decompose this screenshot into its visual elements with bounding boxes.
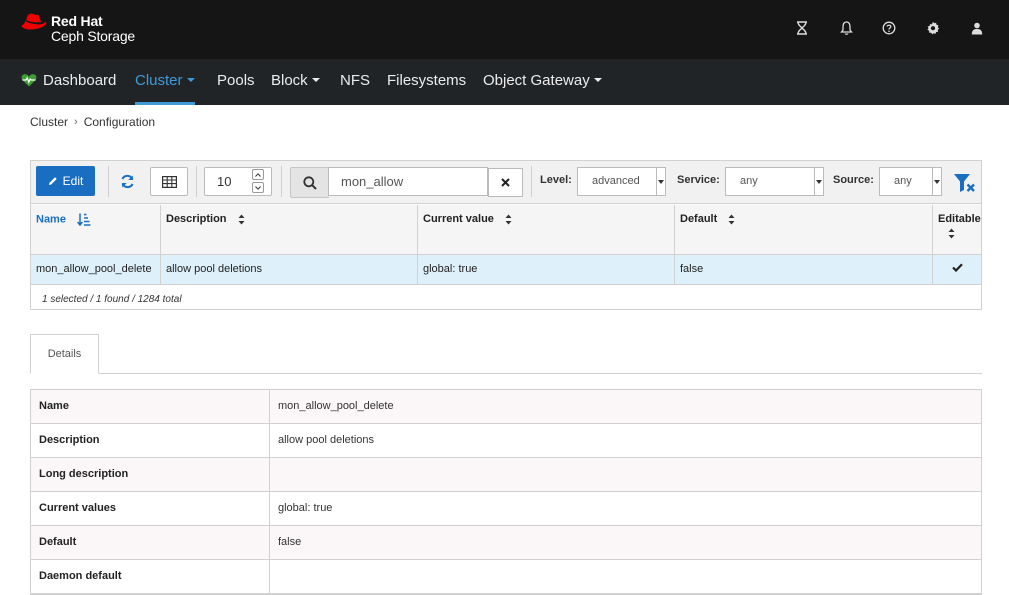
column-header-editable[interactable]: Editable (933, 205, 981, 255)
heartbeat-icon (21, 73, 37, 87)
pencil-icon (48, 177, 57, 185)
service-value: any (740, 175, 758, 187)
toolbar-divider (196, 166, 197, 197)
level-value: advanced (592, 175, 640, 187)
checkmark-icon (952, 263, 963, 273)
column-toggle-button[interactable] (150, 167, 188, 196)
nav-dashboard[interactable]: Dashboard (21, 59, 116, 105)
edit-button-label: Edit (62, 174, 84, 188)
chevron-down-icon (186, 78, 195, 83)
page-size-input[interactable]: 10 (204, 167, 272, 196)
nav-dashboard-label: Dashboard (43, 72, 117, 89)
bell-icon[interactable] (835, 17, 857, 39)
level-select[interactable]: advanced (577, 167, 666, 196)
level-label: Level: (540, 174, 572, 186)
increment-icon[interactable] (252, 169, 264, 180)
nav-filesystems-label: Filesystems (387, 72, 467, 89)
sort-ascending-icon (77, 213, 91, 226)
dropdown-caret-icon (656, 168, 665, 195)
source-value: any (894, 175, 912, 187)
nav-pools[interactable]: Pools (217, 59, 255, 105)
sort-icon (238, 214, 245, 225)
nav-cluster[interactable]: Cluster (135, 59, 195, 105)
top-header: Red Hat Ceph Storage (0, 0, 1009, 59)
nav-block-label: Block (271, 72, 308, 89)
details-table: Name mon_allow_pool_delete Description a… (30, 389, 982, 595)
detail-row-name: Name mon_allow_pool_delete (31, 390, 981, 424)
source-label: Source: (833, 174, 874, 186)
detail-row-daemon-default: Daemon default (31, 560, 981, 594)
nav-object-gateway[interactable]: Object Gateway (483, 59, 602, 105)
column-header-default[interactable]: Default (675, 205, 933, 255)
help-icon[interactable] (878, 17, 900, 39)
table-icon (161, 175, 177, 188)
table-footer: 1 selected / 1 found / 1284 total (42, 294, 182, 305)
nav-block[interactable]: Block (271, 59, 320, 105)
tabs-border (30, 373, 982, 374)
hourglass-icon[interactable] (791, 17, 813, 39)
source-select[interactable]: any (879, 167, 942, 196)
sort-icon (505, 214, 512, 225)
sort-icon (948, 228, 955, 239)
brand-line2: Ceph Storage (51, 28, 135, 44)
detail-row-long-description: Long description (31, 458, 981, 492)
refresh-icon (121, 174, 133, 188)
close-icon (501, 178, 510, 187)
chevron-right-icon: › (74, 116, 78, 128)
detail-row-default: Default false (31, 526, 981, 560)
nav-object-gateway-label: Object Gateway (483, 72, 590, 89)
clear-search-button[interactable] (488, 168, 523, 197)
nav-nfs[interactable]: NFS (340, 59, 370, 105)
toolbar-divider (281, 166, 282, 197)
nav-cluster-label: Cluster (135, 72, 183, 89)
column-header-current-value[interactable]: Current value (418, 205, 675, 255)
detail-row-description: Description allow pool deletions (31, 424, 981, 458)
search-input[interactable] (328, 167, 488, 196)
dropdown-caret-icon (814, 168, 823, 195)
cell-editable (933, 255, 981, 285)
detail-row-current-values: Current values global: true (31, 492, 981, 526)
refresh-button[interactable] (115, 169, 139, 193)
nav-pools-label: Pools (217, 72, 255, 89)
chevron-down-icon (593, 78, 602, 83)
toolbar-divider (108, 166, 109, 197)
column-header-description[interactable]: Description (161, 205, 418, 255)
red-hat-ceph-logo[interactable]: Red Hat Ceph Storage (20, 11, 150, 47)
gear-icon[interactable] (922, 17, 944, 39)
sort-icon (728, 214, 735, 225)
nav-filesystems[interactable]: Filesystems (387, 59, 466, 105)
main-nav: Dashboard Cluster Pools Block NFS Filesy… (0, 59, 1009, 105)
breadcrumb: Cluster › Configuration (30, 115, 155, 129)
cell-name: mon_allow_pool_delete (31, 255, 161, 285)
tab-details[interactable]: Details (30, 334, 99, 374)
search-icon (290, 167, 329, 198)
edit-button[interactable]: Edit (36, 166, 95, 196)
breadcrumb-cluster[interactable]: Cluster (30, 115, 68, 129)
chevron-down-icon (311, 78, 320, 83)
dropdown-caret-icon (932, 168, 941, 195)
brand-line1: Red Hat (51, 13, 103, 29)
service-label: Service: (677, 174, 720, 186)
toolbar-divider (531, 166, 532, 197)
column-header-name[interactable]: Name (31, 205, 161, 255)
nav-nfs-label: NFS (340, 72, 370, 89)
cell-default: false (675, 255, 933, 285)
page-size-value: 10 (217, 174, 232, 189)
table-row[interactable]: mon_allow_pool_delete allow pool deletio… (31, 255, 981, 285)
table-header: Name Description Current value Default E… (31, 205, 981, 255)
decrement-icon[interactable] (252, 182, 264, 193)
clear-filters-button[interactable] (952, 171, 978, 195)
user-icon[interactable] (966, 17, 988, 39)
breadcrumb-configuration: Configuration (83, 115, 156, 129)
configuration-table: Edit 10 mon_allow Level: advanced Servic… (30, 160, 982, 310)
filter-clear-icon (954, 174, 975, 192)
cell-current-value: global: true (418, 255, 675, 285)
table-toolbar: Edit 10 mon_allow Level: advanced Servic… (31, 161, 981, 204)
red-hat-icon (21, 13, 47, 30)
cell-description: allow pool deletions (161, 255, 418, 285)
service-select[interactable]: any (725, 167, 824, 196)
